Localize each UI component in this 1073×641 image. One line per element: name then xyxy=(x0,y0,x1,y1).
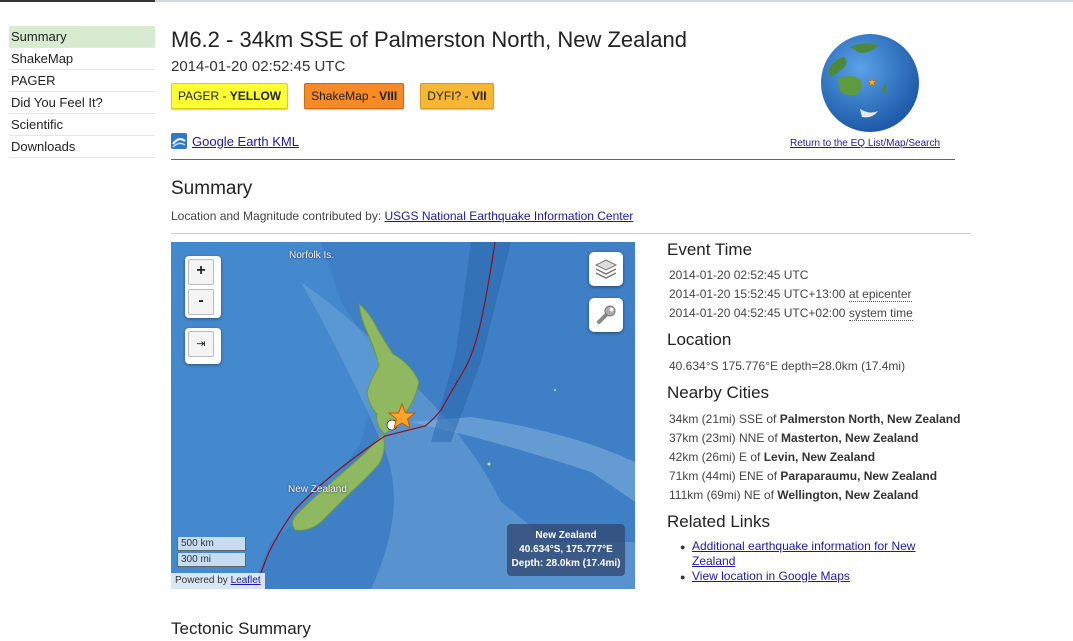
top-border xyxy=(0,0,1073,2)
list-item: ● Additional earthquake information for … xyxy=(680,539,950,569)
pager-badge[interactable]: PAGER - YELLOW xyxy=(171,83,289,109)
contributor-link[interactable]: USGS National Earthquake Information Cen… xyxy=(384,209,633,223)
sidebar-item-pager[interactable]: PAGER xyxy=(9,70,155,92)
city-distance: 42km (26mi) E of xyxy=(669,450,764,464)
nearby-city: 37km (23mi) NNE of Masterton, New Zealan… xyxy=(669,431,918,445)
scale-km: 500 km xyxy=(177,537,246,551)
city-name: Masterton, New Zealand xyxy=(781,431,919,445)
system-time-label[interactable]: system time xyxy=(848,306,913,321)
epicenter-map[interactable]: Norfolk Is. New Zealand + - ⇥ 500 km 300… xyxy=(171,242,635,589)
dyfi-badge-value: VII xyxy=(471,89,487,103)
norfolk-island-label: Norfolk Is. xyxy=(289,250,335,261)
sidebar-item-shakemap[interactable]: ShakeMap xyxy=(9,48,155,70)
zoom-in-button[interactable]: + xyxy=(188,259,214,285)
map-scale: 500 km 300 mi xyxy=(177,537,246,569)
nearby-city: 71km (44mi) ENE of Paraparaumu, New Zeal… xyxy=(669,469,937,483)
google-maps-link[interactable]: View location in Google Maps xyxy=(692,569,850,585)
zoom-controls: + - xyxy=(185,256,221,318)
google-earth-kml-link[interactable]: Google Earth KML xyxy=(192,134,299,149)
attribution-prefix: Powered by xyxy=(175,575,231,586)
city-distance: 34km (21mi) SSE of xyxy=(669,412,780,426)
city-distance: 37km (23mi) NNE of xyxy=(669,431,782,445)
layers-icon xyxy=(594,259,618,279)
new-zealand-label: New Zealand xyxy=(288,484,347,495)
sidebar-item-scientific[interactable]: Scientific xyxy=(9,114,155,136)
nearby-city: 34km (21mi) SSE of Palmerston North, New… xyxy=(669,412,960,426)
city-distance: 71km (44mi) ENE of xyxy=(669,469,781,483)
city-name: Paraparaumu, New Zealand xyxy=(780,469,938,483)
location-value: 40.634°S 175.776°E depth=28.0km (17.4mi) xyxy=(669,359,906,373)
map-attribution: Powered by Leaflet xyxy=(171,573,265,589)
wrench-icon xyxy=(597,305,616,324)
sidebar-item-summary[interactable]: Summary xyxy=(9,26,155,48)
location-heading: Location xyxy=(667,330,732,349)
page-title: M6.2 - 34km SSE of Palmerston North, New… xyxy=(171,27,687,52)
map-tools-button[interactable] xyxy=(589,298,623,332)
impact-badges: PAGER - YELLOW ShakeMap - VIII DYFI? - V… xyxy=(171,83,494,109)
return-to-eq-list-link[interactable]: Return to the EQ List/Map/Search xyxy=(790,138,940,149)
contributor-line: Location and Magnitude contributed by: U… xyxy=(171,209,633,223)
event-time-utc: 2014-01-20 02:52:45 UTC xyxy=(669,268,809,282)
bullet-icon: ● xyxy=(680,542,686,552)
additional-info-link[interactable]: Additional earthquake information for Ne… xyxy=(692,539,942,569)
list-item: ● View location in Google Maps xyxy=(680,569,950,585)
dyfi-badge-prefix: DYFI? - xyxy=(427,89,472,103)
system-time-value: 2014-01-20 04:52:45 UTC+02:00 xyxy=(669,306,846,320)
sidebar-item-downloads[interactable]: Downloads xyxy=(9,136,155,158)
shakemap-badge-value: VIII xyxy=(379,89,398,103)
city-name: Wellington, New Zealand xyxy=(777,488,919,502)
scale-mi: 300 mi xyxy=(177,553,246,567)
at-epicenter-label[interactable]: at epicenter xyxy=(848,287,912,302)
related-links-heading: Related Links xyxy=(667,512,771,531)
related-links-list: ● Additional earthquake information for … xyxy=(680,539,950,585)
map-event-info: New Zealand 40.634°S, 175.777°E Depth: 2… xyxy=(507,524,625,576)
summary-heading: Summary xyxy=(171,178,253,199)
zoom-out-button[interactable]: - xyxy=(188,289,214,315)
shakemap-badge[interactable]: ShakeMap - VIII xyxy=(304,83,405,109)
contributor-label: Location and Magnitude contributed by: xyxy=(171,209,385,223)
pager-badge-value: YELLOW xyxy=(229,89,282,103)
event-datetime: 2014-01-20 02:52:45 UTC xyxy=(171,58,346,75)
map-info-region: New Zealand xyxy=(535,530,597,541)
header-divider xyxy=(171,159,955,160)
epicenter-time-value: 2014-01-20 15:52:45 UTC+13:00 xyxy=(669,287,846,301)
globe-thumbnail-icon[interactable] xyxy=(820,33,920,133)
sidebar-item-dyfi[interactable]: Did You Feel It? xyxy=(9,92,155,114)
kml-download: Google Earth KML xyxy=(171,133,299,149)
city-name: Levin, New Zealand xyxy=(763,450,876,464)
nearby-city: 42km (26mi) E of Levin, New Zealand xyxy=(669,450,875,464)
dyfi-badge[interactable]: DYFI? - VII xyxy=(420,83,494,109)
fullscreen-button[interactable]: ⇥ xyxy=(188,331,214,357)
bullet-icon: ● xyxy=(680,572,686,582)
leaflet-link[interactable]: Leaflet xyxy=(231,575,261,586)
fullscreen-control: ⇥ xyxy=(185,328,221,364)
summary-divider xyxy=(171,233,971,234)
google-earth-icon xyxy=(171,133,187,149)
map-info-depth: Depth: 28.0km (17.4mi) xyxy=(511,558,621,569)
nearby-city: 111km (69mi) NE of Wellington, New Zeala… xyxy=(669,488,918,502)
event-time-system: 2014-01-20 04:52:45 UTC+02:00 system tim… xyxy=(669,306,913,321)
top-border-accent xyxy=(0,0,155,2)
city-distance: 111km (69mi) NE of xyxy=(669,488,778,502)
map-info-coords: 40.634°S, 175.777°E xyxy=(519,544,613,555)
nearby-cities-heading: Nearby Cities xyxy=(667,383,770,402)
event-time-heading: Event Time xyxy=(667,240,753,259)
layers-button[interactable] xyxy=(589,252,623,286)
tectonic-summary-heading: Tectonic Summary xyxy=(171,619,311,638)
shakemap-badge-prefix: ShakeMap - xyxy=(311,89,380,103)
sidebar-nav: Summary ShakeMap PAGER Did You Feel It? … xyxy=(9,26,155,158)
event-time-epicenter: 2014-01-20 15:52:45 UTC+13:00 at epicent… xyxy=(669,287,912,302)
pager-badge-prefix: PAGER - xyxy=(178,89,230,103)
city-name: Palmerston North, New Zealand xyxy=(779,412,961,426)
